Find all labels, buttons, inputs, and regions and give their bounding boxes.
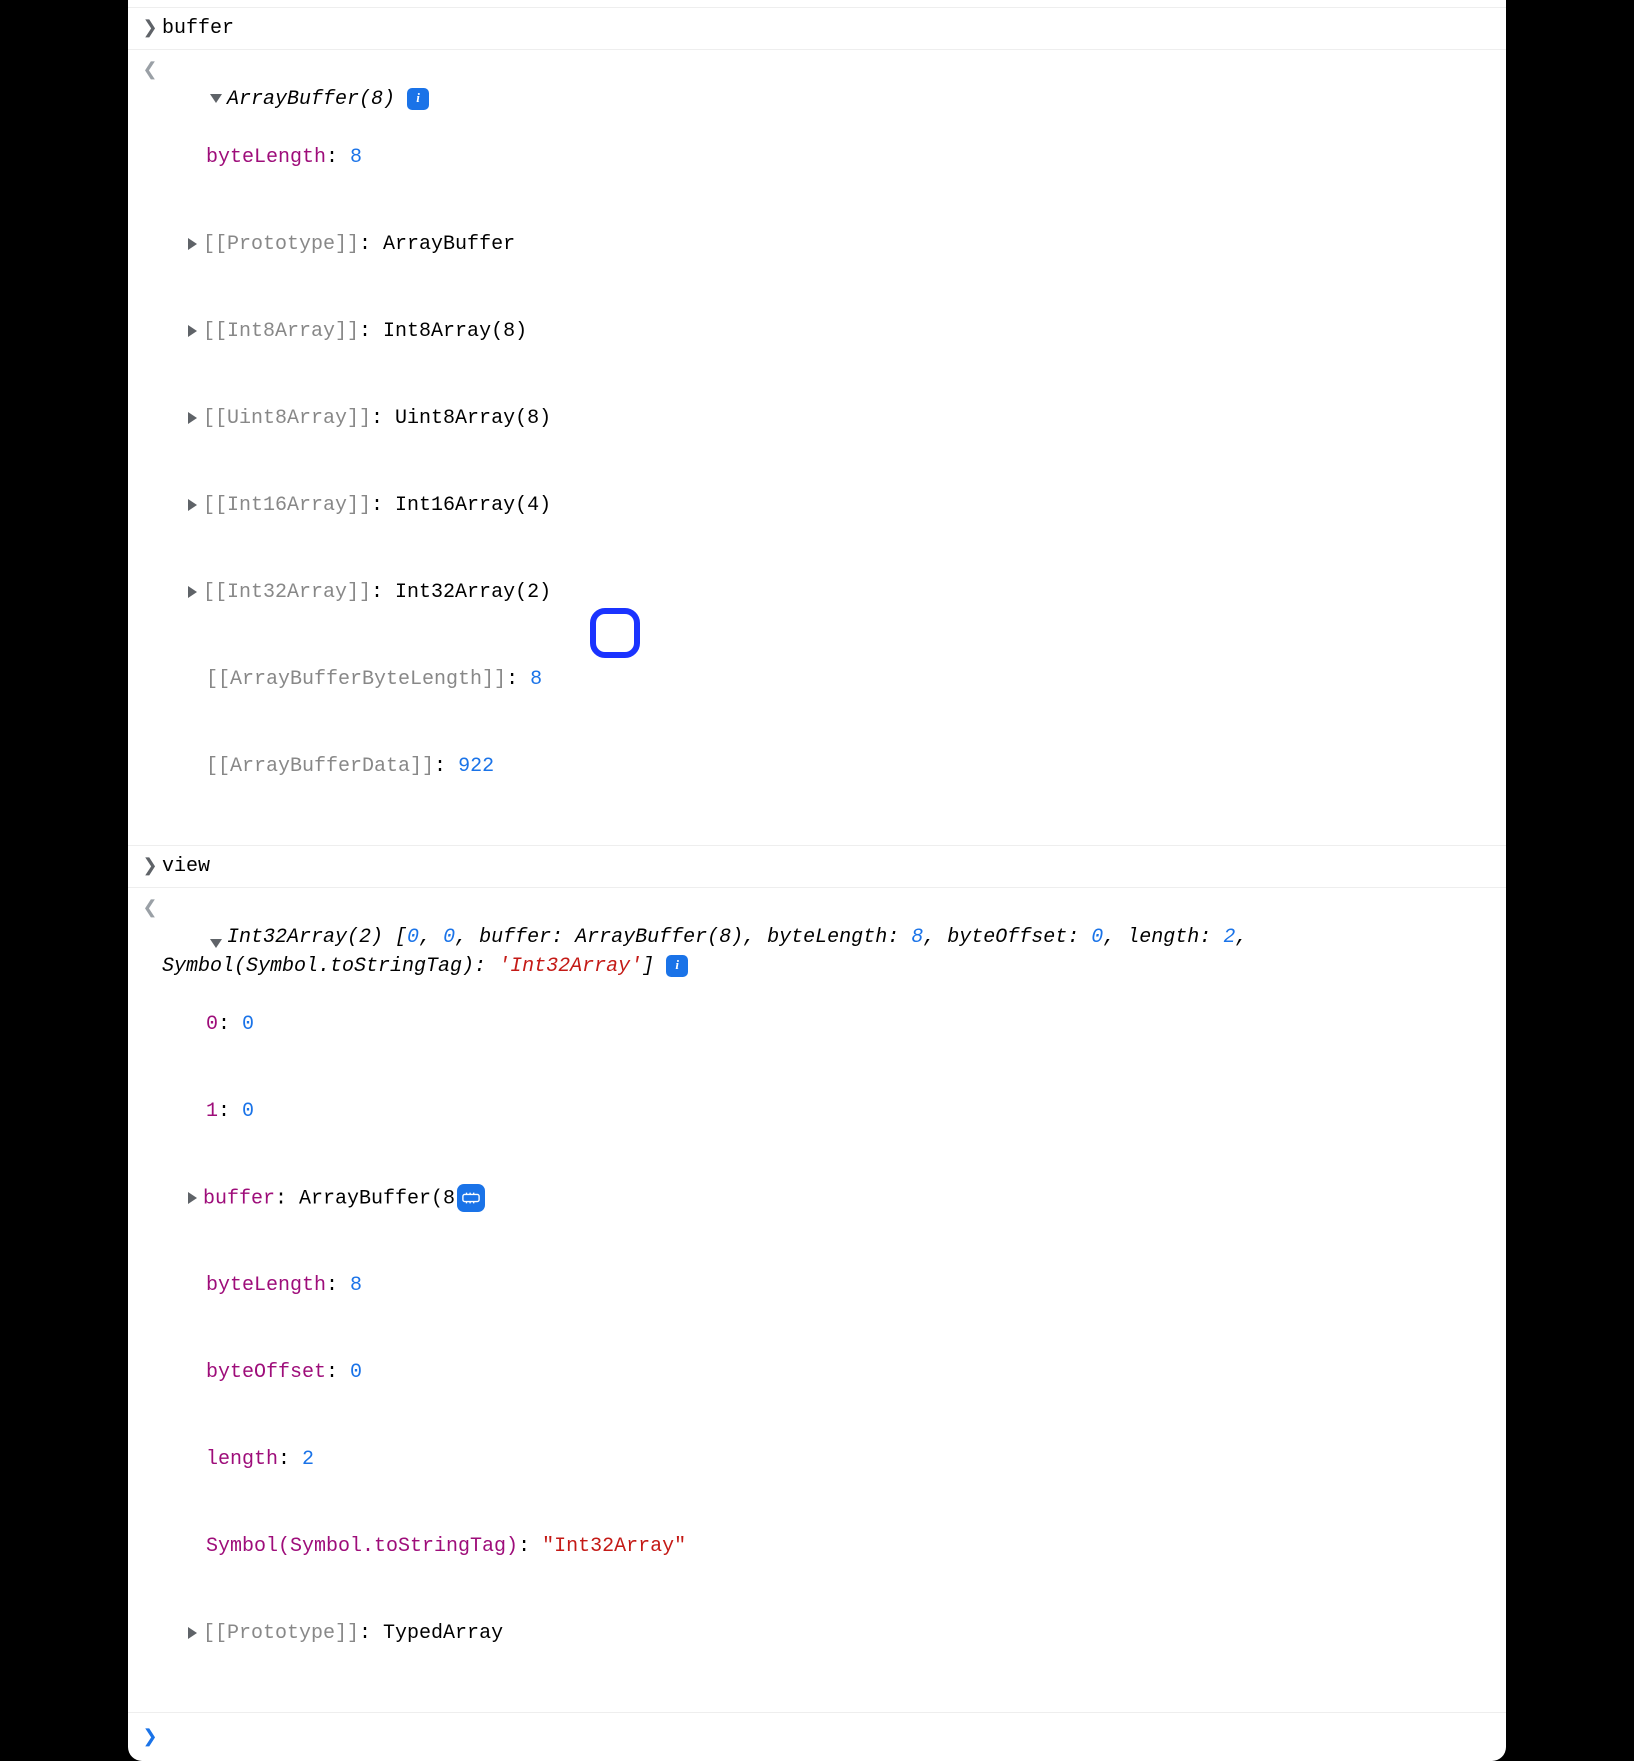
- console-output: const buffer = new ArrayBuffer(8); const…: [128, 0, 1506, 1761]
- property-row[interactable]: 0: 0: [162, 1010, 1496, 1039]
- console-output-row: Int32Array(2) [0, 0, buffer: ArrayBuffer…: [128, 888, 1506, 1712]
- property-row[interactable]: [[Prototype]]: TypedArray: [162, 1619, 1496, 1648]
- input-marker-icon: [138, 14, 162, 42]
- property-row[interactable]: [[Int16Array]]: Int16Array(4): [162, 491, 1496, 520]
- property-row[interactable]: [[ArrayBufferData]]: 922: [162, 752, 1496, 781]
- output-marker-icon: [138, 56, 162, 84]
- expand-toggle-icon[interactable]: [188, 1192, 197, 1204]
- expand-toggle-icon[interactable]: [188, 499, 197, 511]
- expand-toggle-icon[interactable]: [188, 1627, 197, 1639]
- console-output-row: undefined: [128, 0, 1506, 8]
- property-row[interactable]: [[Int32Array]]: Int32Array(2): [162, 578, 1496, 607]
- expand-toggle-icon[interactable]: [210, 94, 222, 103]
- info-icon[interactable]: i: [407, 88, 429, 110]
- property-row[interactable]: [[Prototype]]: ArrayBuffer: [162, 230, 1496, 259]
- expand-toggle-icon[interactable]: [210, 939, 222, 948]
- expand-toggle-icon[interactable]: [188, 412, 197, 424]
- console-output-row: ArrayBuffer(8) i byteLength: 8 [[Prototy…: [128, 50, 1506, 846]
- memory-panel-icon[interactable]: [457, 1184, 485, 1212]
- property-row[interactable]: [[Uint8Array]]: Uint8Array(8): [162, 404, 1496, 433]
- console-prompt[interactable]: [128, 1712, 1506, 1761]
- console-code: view: [162, 852, 1496, 881]
- expand-toggle-icon[interactable]: [188, 238, 197, 250]
- property-row[interactable]: byteOffset: 0: [162, 1358, 1496, 1387]
- property-row[interactable]: byteLength: 8: [162, 1271, 1496, 1300]
- object-inspector[interactable]: Int32Array(2) [0, 0, buffer: ArrayBuffer…: [162, 894, 1496, 1706]
- property-row[interactable]: buffer: ArrayBuffer(8: [162, 1184, 1496, 1213]
- property-row[interactable]: 1: 0: [162, 1097, 1496, 1126]
- property-row[interactable]: [[ArrayBufferByteLength]]: 8: [162, 665, 1496, 694]
- object-header: Int32Array(2) [0, 0, buffer: ArrayBuffer…: [162, 926, 1259, 978]
- output-undefined: undefined: [162, 0, 1496, 1]
- object-header: ArrayBuffer(8): [227, 88, 395, 111]
- console-input-row: view: [128, 846, 1506, 888]
- output-marker-icon: [138, 894, 162, 922]
- console-code: buffer: [162, 14, 1496, 43]
- devtools-window: DevTools - www.google.com/ Elements Cons…: [128, 0, 1506, 1761]
- property-row[interactable]: length: 2: [162, 1445, 1496, 1474]
- console-input-row: buffer: [128, 8, 1506, 50]
- prompt-input[interactable]: [162, 1723, 1496, 1751]
- property-row[interactable]: Symbol(Symbol.toStringTag): "Int32Array": [162, 1532, 1496, 1561]
- object-inspector[interactable]: ArrayBuffer(8) i byteLength: 8 [[Prototy…: [162, 56, 1496, 839]
- property-row[interactable]: byteLength: 8: [162, 143, 1496, 172]
- expand-toggle-icon[interactable]: [188, 586, 197, 598]
- expand-toggle-icon[interactable]: [188, 325, 197, 337]
- prompt-icon: [138, 1723, 162, 1751]
- info-icon[interactable]: i: [666, 955, 688, 977]
- property-row[interactable]: [[Int8Array]]: Int8Array(8): [162, 317, 1496, 346]
- input-marker-icon: [138, 852, 162, 880]
